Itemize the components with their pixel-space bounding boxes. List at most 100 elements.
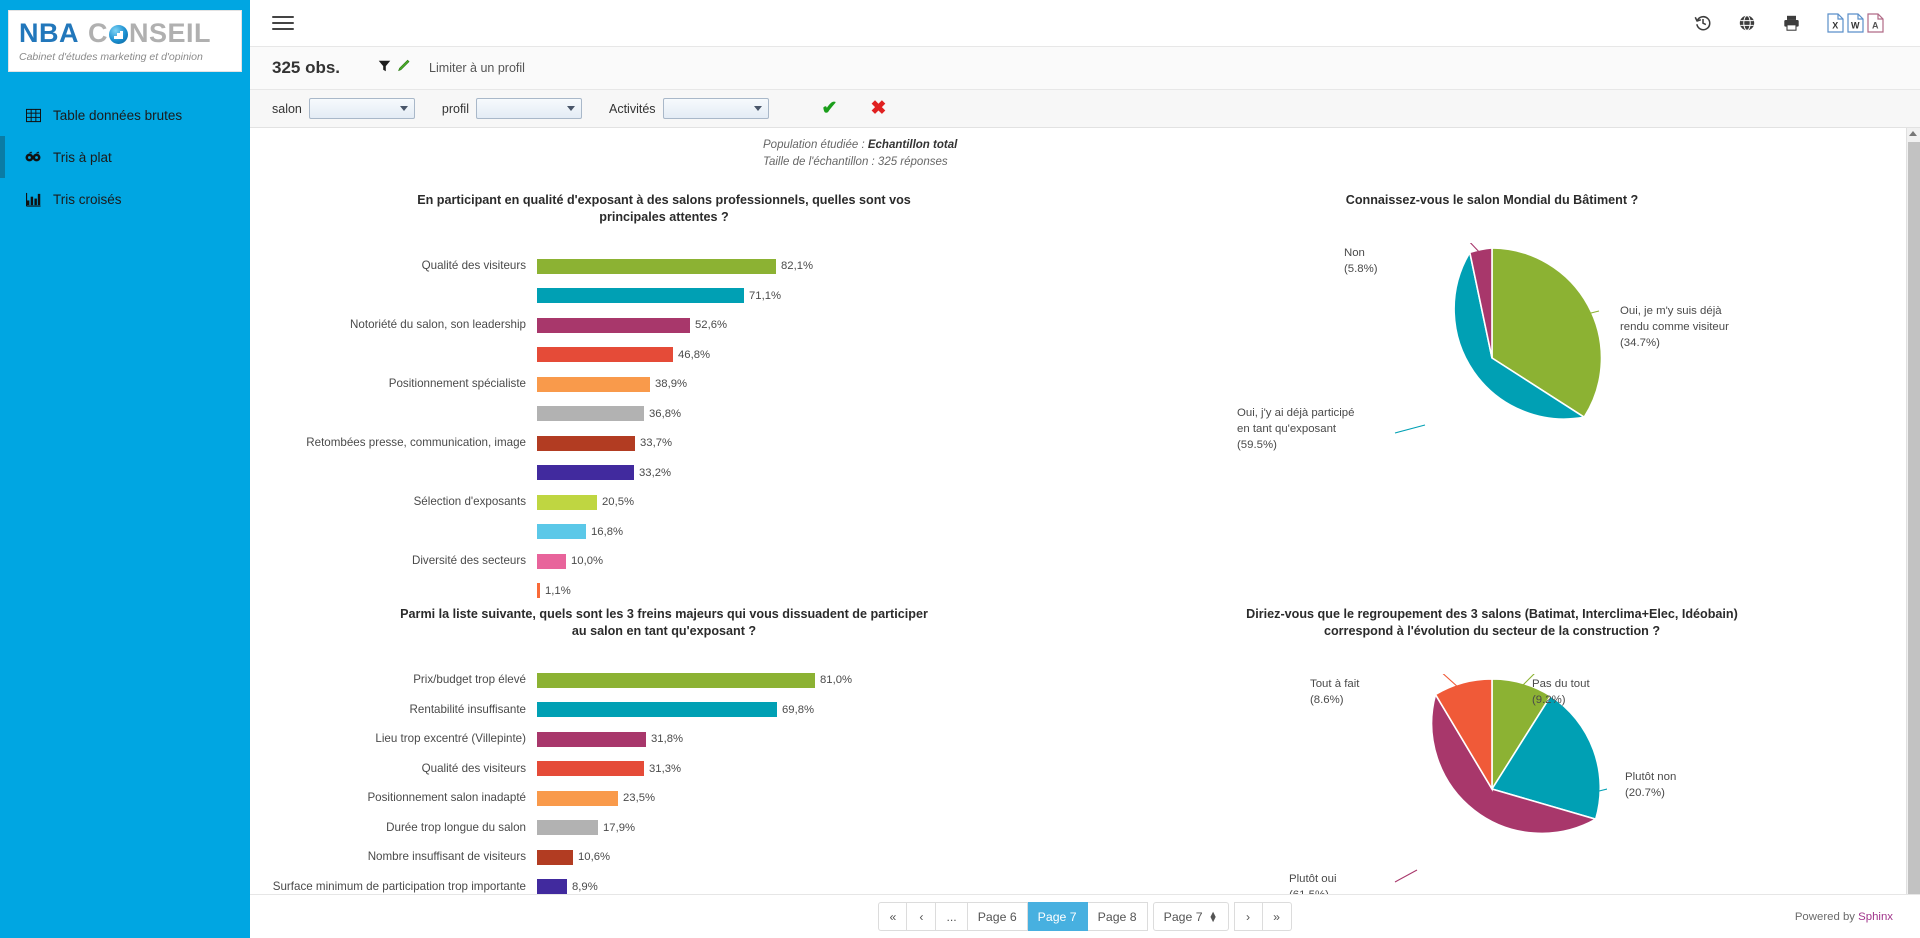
pagination-next[interactable]: › [1233, 902, 1263, 931]
scroll-up-arrow-icon[interactable] [1909, 131, 1917, 136]
export-icons-group: X W A [1827, 13, 1884, 33]
observation-bar: 325 obs. Limiter à un profil [250, 47, 1920, 90]
limit-to-profile-label[interactable]: Limiter à un profil [429, 61, 525, 75]
pagination-prev[interactable]: ‹ [907, 902, 937, 931]
pagination-first[interactable]: « [878, 902, 908, 931]
hamburger-menu-icon[interactable] [272, 12, 294, 34]
filter-label: salon [272, 101, 302, 116]
bar [537, 258, 776, 274]
pencil-icon[interactable] [396, 59, 410, 78]
filter-label: profil [441, 101, 469, 116]
filter-salon: salon [272, 98, 415, 119]
bar [537, 376, 650, 392]
bar-label: Durée trop longue du salon [386, 820, 526, 834]
bar [537, 849, 573, 865]
pie-label-text: Oui, je m'y suis déjà rendu comme visite… [1620, 304, 1729, 333]
pie-label-non: Non (5.8%) [1344, 245, 1378, 277]
brand-logo[interactable]: NBA C NSEIL Cabinet d'études marketing e… [8, 10, 242, 72]
bar [537, 731, 646, 747]
pagination-page-7[interactable]: Page 7 [1027, 902, 1088, 931]
pie-label-value: (59.5%) [1237, 438, 1277, 451]
pagination-page-8[interactable]: Page 8 [1087, 902, 1148, 931]
bar-value: 20,5% [602, 496, 635, 509]
pie-svg [1394, 242, 1603, 434]
bar-value: 1,1% [545, 584, 571, 597]
bar-label: Positionnement salon inadapté [367, 791, 526, 804]
pagination-ellipsis[interactable]: ... [936, 902, 968, 931]
sidebar-item-label: Tris à plat [53, 149, 112, 165]
sidebar: NBA C NSEIL Cabinet d'études marketing e… [0, 0, 250, 938]
bar-value: 31,3% [649, 762, 682, 775]
sidebar-item-tris-croises[interactable]: Tris croisés [0, 178, 250, 220]
profil-select[interactable] [475, 98, 582, 119]
excel-export-icon[interactable]: X [1827, 13, 1844, 33]
bar-value: 38,9% [655, 378, 688, 391]
pagination: « ‹ ... Page 6 Page 7 Page 8 Page 7 ▲ ▼ ›… [878, 902, 1292, 931]
powered-prefix: Powered by [1794, 910, 1859, 923]
powered-brand[interactable]: Sphinx [1858, 911, 1893, 923]
bar-chart-icon [25, 191, 41, 207]
pdf-export-icon[interactable]: A [1867, 13, 1884, 33]
bar [537, 406, 644, 422]
pie-chart-1: Non (5.8%) Oui, je m'y suis déjà rendu c… [1088, 235, 1896, 535]
scrollbar-thumb[interactable] [1908, 142, 1920, 894]
pie-label-value: (20.7%) [1625, 786, 1665, 799]
bar-value: 69,8% [782, 703, 815, 716]
word-export-icon[interactable]: W [1847, 13, 1864, 33]
bar-label: Diversité des secteurs [411, 554, 526, 567]
funnel-icon[interactable] [378, 59, 391, 78]
bar-row: 71,1% [260, 281, 1068, 311]
bar-value: 31,8% [651, 733, 684, 746]
bar [537, 435, 635, 451]
filter-label: Activités [608, 101, 656, 116]
chart-title: Connaissez-vous le salon Mondial du Bâti… [1345, 192, 1639, 207]
pie-label-text: Non [1344, 246, 1365, 259]
printer-icon[interactable] [1782, 14, 1801, 32]
page-selector-label: Page 7 [1163, 909, 1203, 924]
apply-filter-button[interactable]: ✔ [822, 99, 838, 118]
bar-label: Surface minimum de participation trop im… [272, 879, 526, 893]
pagination-page-6[interactable]: Page 6 [967, 902, 1028, 931]
bar-row: Prix/budget trop élevé 81,0% [260, 666, 1068, 696]
bar [537, 524, 586, 540]
bar-label: Qualité des visiteurs [421, 259, 526, 272]
sidebar-item-table-donnees-brutes[interactable]: Table données brutes [0, 94, 250, 136]
salon-select[interactable] [308, 98, 415, 119]
chart-cell-2: Connaissez-vous le salon Mondial du Bâti… [1078, 192, 1906, 606]
bar-chart-1: Qualité des visiteurs 82,1% 71,1% Notorié… [260, 252, 1068, 606]
globe-icon[interactable] [1738, 14, 1756, 32]
top-toolbar: X W A [250, 0, 1920, 47]
bar-chart-2: Prix/budget trop élevé 81,0% Rentabilité … [260, 666, 1068, 894]
brand-name-part1: NBA [19, 17, 79, 48]
pie-label-text: Pas du tout [1532, 677, 1590, 690]
chart-cell-3: Parmi la liste suivante, quels sont les … [250, 606, 1078, 894]
bar-row: 1,1% [260, 576, 1068, 606]
filter-activites: Activités [609, 98, 769, 119]
sidebar-item-tris-a-plat[interactable]: Tris à plat [0, 136, 250, 178]
svg-text:W: W [1851, 21, 1860, 31]
bar-value: 81,0% [820, 674, 853, 687]
clear-filter-button[interactable]: ✖ [870, 99, 886, 118]
bar [537, 465, 634, 481]
bar [537, 820, 598, 836]
pie-label-tout-a-fait: Tout à fait (8.6%) [1310, 676, 1359, 708]
bar [537, 494, 597, 510]
pie-label-text: Plutôt non [1625, 770, 1677, 783]
profile-filter-tools [378, 59, 410, 78]
bar-row: Surface minimum de participation trop im… [260, 872, 1068, 894]
population-line: Population étudiée : Echantillon total [763, 137, 1906, 154]
history-icon[interactable] [1694, 14, 1712, 32]
page-selector[interactable]: Page 7 ▲ ▼ [1152, 902, 1229, 931]
bar-value: 16,8% [591, 525, 624, 538]
report-scroll-container[interactable]: Population étudiée : Echantillon total T… [250, 128, 1920, 894]
filter-bar: salon profil Activités ✔ ✖ [250, 90, 1920, 128]
bar-label: Sélection d'exposants [413, 495, 526, 508]
activites-select[interactable] [662, 98, 769, 119]
pagination-last[interactable]: » [1262, 902, 1292, 931]
updown-chevron-icon: ▲ ▼ [1208, 908, 1218, 924]
vertical-scrollbar[interactable] [1906, 128, 1920, 894]
observation-count: 325 obs. [272, 58, 341, 77]
pie-label-text: Plutôt oui [1289, 872, 1337, 885]
chart-title: Parmi la liste suivante, quels sont les … [400, 606, 928, 638]
pie-label-value: (34.7%) [1620, 336, 1660, 349]
